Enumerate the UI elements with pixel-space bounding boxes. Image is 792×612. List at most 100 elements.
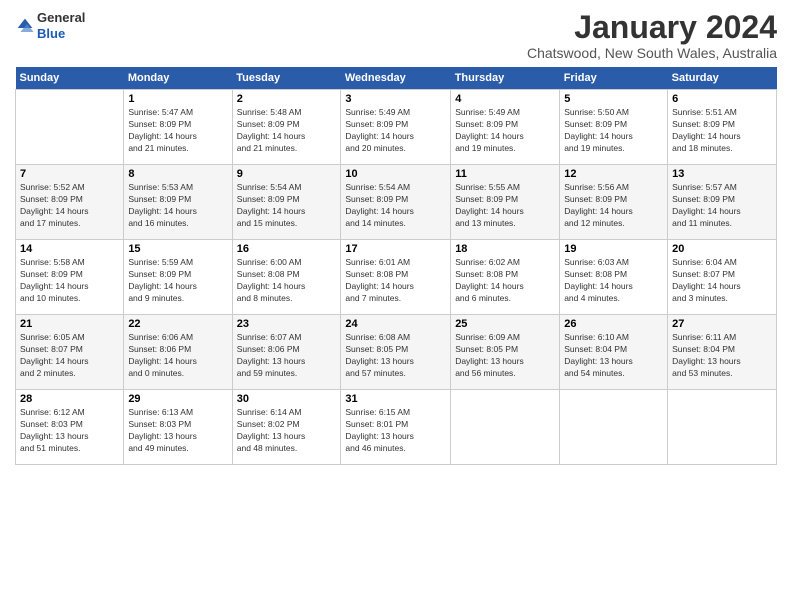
day-number: 9	[237, 168, 337, 180]
day-number: 29	[128, 393, 227, 405]
header: General Blue January 2024 Chatswood, New…	[15, 10, 777, 61]
calendar-week-row: 1Sunrise: 5:47 AM Sunset: 8:09 PM Daylig…	[16, 90, 777, 165]
calendar-cell: 31 Sunrise: 6:15 AM Sunset: 8:01 PM Dayli…	[341, 390, 451, 465]
day-header-wednesday: Wednesday	[341, 67, 451, 90]
day-info: Sunrise: 6:11 AM Sunset: 8:04 PM Dayligh…	[672, 332, 772, 380]
day-number: 13	[672, 168, 772, 180]
day-number: 11	[455, 168, 555, 180]
day-info: Sunrise: 6:01 AM Sunset: 8:08 PM Dayligh…	[345, 257, 446, 305]
day-info: Sunrise: 5:48 AM Sunset: 8:09 PM Dayligh…	[237, 107, 337, 155]
day-info: Sunrise: 5:50 AM Sunset: 8:09 PM Dayligh…	[564, 107, 663, 155]
calendar-table: SundayMondayTuesdayWednesdayThursdayFrid…	[15, 67, 777, 465]
calendar-title: January 2024	[527, 10, 777, 45]
calendar-cell: 7 Sunrise: 5:52 AM Sunset: 8:09 PM Daylig…	[16, 165, 124, 240]
day-info: Sunrise: 6:08 AM Sunset: 8:05 PM Dayligh…	[345, 332, 446, 380]
day-info: Sunrise: 6:15 AM Sunset: 8:01 PM Dayligh…	[345, 407, 446, 455]
calendar-week-row: 7 Sunrise: 5:52 AM Sunset: 8:09 PM Daylig…	[16, 165, 777, 240]
calendar-cell: 30Sunrise: 6:14 AM Sunset: 8:02 PM Dayli…	[232, 390, 341, 465]
day-number: 7	[20, 168, 119, 180]
calendar-cell: 1Sunrise: 5:47 AM Sunset: 8:09 PM Daylig…	[124, 90, 232, 165]
day-info: Sunrise: 5:59 AM Sunset: 8:09 PM Dayligh…	[128, 257, 227, 305]
day-number: 31	[345, 393, 446, 405]
calendar-cell: 3 Sunrise: 5:49 AM Sunset: 8:09 PM Daylig…	[341, 90, 451, 165]
calendar-cell: 22 Sunrise: 6:06 AM Sunset: 8:06 PM Dayli…	[124, 315, 232, 390]
day-info: Sunrise: 5:54 AM Sunset: 8:09 PM Dayligh…	[345, 182, 446, 230]
day-info: Sunrise: 6:05 AM Sunset: 8:07 PM Dayligh…	[20, 332, 119, 380]
logo-line1: General	[37, 10, 85, 26]
day-header-thursday: Thursday	[451, 67, 560, 90]
calendar-cell: 26Sunrise: 6:10 AM Sunset: 8:04 PM Dayli…	[560, 315, 668, 390]
day-info: Sunrise: 6:09 AM Sunset: 8:05 PM Dayligh…	[455, 332, 555, 380]
calendar-cell	[668, 390, 777, 465]
calendar-cell: 27 Sunrise: 6:11 AM Sunset: 8:04 PM Dayli…	[668, 315, 777, 390]
logo: General Blue	[15, 10, 85, 41]
calendar-cell: 25 Sunrise: 6:09 AM Sunset: 8:05 PM Dayli…	[451, 315, 560, 390]
calendar-cell: 10 Sunrise: 5:54 AM Sunset: 8:09 PM Dayli…	[341, 165, 451, 240]
day-info: Sunrise: 5:52 AM Sunset: 8:09 PM Dayligh…	[20, 182, 119, 230]
page-container: General Blue January 2024 Chatswood, New…	[0, 0, 792, 475]
day-number: 15	[128, 243, 227, 255]
calendar-week-row: 21 Sunrise: 6:05 AM Sunset: 8:07 PM Dayli…	[16, 315, 777, 390]
day-number: 20	[672, 243, 772, 255]
day-number: 3	[345, 93, 446, 105]
calendar-cell: 11 Sunrise: 5:55 AM Sunset: 8:09 PM Dayli…	[451, 165, 560, 240]
day-number: 21	[20, 318, 119, 330]
calendar-subtitle: Chatswood, New South Wales, Australia	[527, 45, 777, 61]
day-info: Sunrise: 6:07 AM Sunset: 8:06 PM Dayligh…	[237, 332, 337, 380]
day-info: Sunrise: 5:55 AM Sunset: 8:09 PM Dayligh…	[455, 182, 555, 230]
calendar-cell: 12 Sunrise: 5:56 AM Sunset: 8:09 PM Dayli…	[560, 165, 668, 240]
day-number: 10	[345, 168, 446, 180]
day-info: Sunrise: 6:00 AM Sunset: 8:08 PM Dayligh…	[237, 257, 337, 305]
day-header-friday: Friday	[560, 67, 668, 90]
logo-text: General Blue	[37, 10, 85, 41]
day-info: Sunrise: 6:03 AM Sunset: 8:08 PM Dayligh…	[564, 257, 663, 305]
calendar-cell: 29 Sunrise: 6:13 AM Sunset: 8:03 PM Dayli…	[124, 390, 232, 465]
day-info: Sunrise: 6:02 AM Sunset: 8:08 PM Dayligh…	[455, 257, 555, 305]
day-info: Sunrise: 5:58 AM Sunset: 8:09 PM Dayligh…	[20, 257, 119, 305]
day-info: Sunrise: 5:49 AM Sunset: 8:09 PM Dayligh…	[455, 107, 555, 155]
calendar-cell: 18 Sunrise: 6:02 AM Sunset: 8:08 PM Dayli…	[451, 240, 560, 315]
calendar-week-row: 14 Sunrise: 5:58 AM Sunset: 8:09 PM Dayli…	[16, 240, 777, 315]
day-info: Sunrise: 5:56 AM Sunset: 8:09 PM Dayligh…	[564, 182, 663, 230]
calendar-header-row: SundayMondayTuesdayWednesdayThursdayFrid…	[16, 67, 777, 90]
day-number: 16	[237, 243, 337, 255]
day-number: 30	[237, 393, 337, 405]
day-number: 28	[20, 393, 119, 405]
title-block: January 2024 Chatswood, New South Wales,…	[527, 10, 777, 61]
day-number: 24	[345, 318, 446, 330]
calendar-cell: 5Sunrise: 5:50 AM Sunset: 8:09 PM Daylig…	[560, 90, 668, 165]
day-header-sunday: Sunday	[16, 67, 124, 90]
day-info: Sunrise: 6:12 AM Sunset: 8:03 PM Dayligh…	[20, 407, 119, 455]
day-number: 22	[128, 318, 227, 330]
day-info: Sunrise: 5:49 AM Sunset: 8:09 PM Dayligh…	[345, 107, 446, 155]
calendar-cell: 23 Sunrise: 6:07 AM Sunset: 8:06 PM Dayli…	[232, 315, 341, 390]
day-info: Sunrise: 5:51 AM Sunset: 8:09 PM Dayligh…	[672, 107, 772, 155]
day-number: 8	[128, 168, 227, 180]
day-info: Sunrise: 6:13 AM Sunset: 8:03 PM Dayligh…	[128, 407, 227, 455]
day-number: 25	[455, 318, 555, 330]
calendar-cell: 16 Sunrise: 6:00 AM Sunset: 8:08 PM Dayli…	[232, 240, 341, 315]
day-info: Sunrise: 5:54 AM Sunset: 8:09 PM Dayligh…	[237, 182, 337, 230]
calendar-cell: 6 Sunrise: 5:51 AM Sunset: 8:09 PM Daylig…	[668, 90, 777, 165]
calendar-cell	[451, 390, 560, 465]
calendar-cell: 19Sunrise: 6:03 AM Sunset: 8:08 PM Dayli…	[560, 240, 668, 315]
day-info: Sunrise: 5:47 AM Sunset: 8:09 PM Dayligh…	[128, 107, 227, 155]
day-info: Sunrise: 5:53 AM Sunset: 8:09 PM Dayligh…	[128, 182, 227, 230]
day-info: Sunrise: 6:06 AM Sunset: 8:06 PM Dayligh…	[128, 332, 227, 380]
logo-line2: Blue	[37, 26, 85, 42]
calendar-cell: 9 Sunrise: 5:54 AM Sunset: 8:09 PM Daylig…	[232, 165, 341, 240]
day-number: 12	[564, 168, 663, 180]
calendar-cell: 17Sunrise: 6:01 AM Sunset: 8:08 PM Dayli…	[341, 240, 451, 315]
day-number: 14	[20, 243, 119, 255]
day-header-tuesday: Tuesday	[232, 67, 341, 90]
calendar-cell: 20Sunrise: 6:04 AM Sunset: 8:07 PM Dayli…	[668, 240, 777, 315]
day-header-monday: Monday	[124, 67, 232, 90]
day-number: 27	[672, 318, 772, 330]
day-number: 23	[237, 318, 337, 330]
day-number: 18	[455, 243, 555, 255]
day-info: Sunrise: 6:10 AM Sunset: 8:04 PM Dayligh…	[564, 332, 663, 380]
day-number: 6	[672, 93, 772, 105]
calendar-cell: 28 Sunrise: 6:12 AM Sunset: 8:03 PM Dayli…	[16, 390, 124, 465]
day-header-saturday: Saturday	[668, 67, 777, 90]
calendar-cell: 24 Sunrise: 6:08 AM Sunset: 8:05 PM Dayli…	[341, 315, 451, 390]
